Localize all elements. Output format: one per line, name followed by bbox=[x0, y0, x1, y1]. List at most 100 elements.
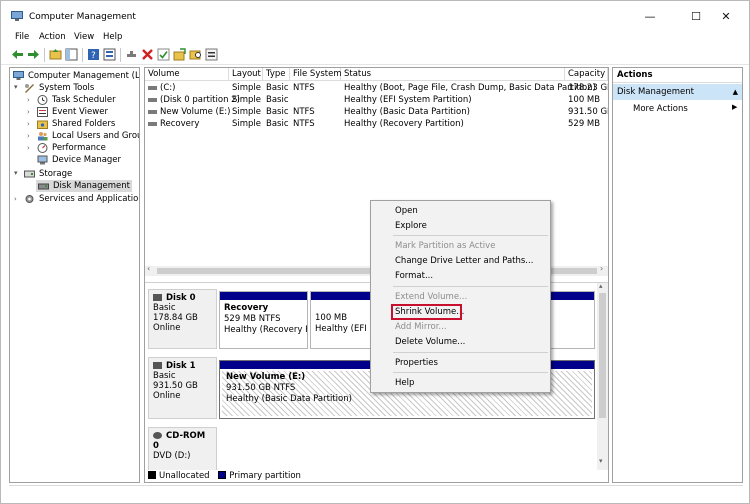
tree-item-device-manager[interactable]: Device Manager bbox=[37, 154, 121, 166]
column-layout[interactable]: Layout bbox=[229, 68, 263, 81]
status-bar bbox=[9, 485, 743, 499]
menu-delete-volume[interactable]: Delete Volume... bbox=[395, 336, 465, 348]
table-row[interactable]: (Disk 0 partition 2) Simple Basic Health… bbox=[145, 94, 608, 106]
help-icon[interactable]: ? bbox=[87, 48, 100, 61]
tree-item-disk-management[interactable]: Disk Management bbox=[36, 180, 132, 192]
tree-item-services[interactable]: Services and Applications bbox=[24, 193, 139, 205]
computer-icon bbox=[13, 71, 24, 80]
clock-icon bbox=[37, 95, 48, 105]
table-row[interactable]: (C:) Simple Basic NTFS Healthy (Boot, Pa… bbox=[145, 82, 608, 94]
column-capacity[interactable]: Capacity bbox=[565, 68, 608, 81]
connect-icon[interactable] bbox=[125, 48, 138, 61]
efi-partition[interactable]: 100 MB Healthy (EFI Sy bbox=[310, 291, 374, 349]
actions-header: Actions bbox=[613, 68, 742, 83]
menu-format[interactable]: Format... bbox=[395, 270, 433, 282]
close-button[interactable]: ✕ bbox=[703, 1, 749, 31]
tree-item-local-users[interactable]: Local Users and Groups bbox=[37, 130, 139, 142]
expand-chevron-icon[interactable]: › bbox=[27, 108, 30, 116]
svg-text:?: ? bbox=[91, 51, 96, 61]
up-folder-icon[interactable] bbox=[49, 48, 62, 61]
more-actions-item[interactable]: More Actions bbox=[633, 103, 688, 115]
forward-icon[interactable] bbox=[27, 48, 40, 61]
services-icon bbox=[25, 195, 34, 203]
properties-icon[interactable] bbox=[103, 48, 116, 61]
primary-partition-bar bbox=[220, 292, 307, 300]
export-folder-icon[interactable] bbox=[173, 48, 186, 61]
checkmark-icon[interactable] bbox=[157, 48, 170, 61]
title-bar: Computer Management — ☐ ✕ bbox=[1, 1, 749, 31]
tree-label: Task Scheduler bbox=[52, 95, 116, 105]
column-status[interactable]: Status bbox=[341, 68, 565, 81]
window-title: Computer Management bbox=[29, 12, 136, 22]
delete-icon[interactable] bbox=[141, 48, 154, 61]
volume-icon bbox=[148, 121, 157, 126]
expand-chevron-icon[interactable]: › bbox=[27, 144, 30, 152]
menu-mark-active: Mark Partition as Active bbox=[395, 241, 496, 251]
vertical-scrollbar[interactable]: ▴ ▾ bbox=[597, 282, 608, 482]
menu-file[interactable]: File bbox=[15, 32, 29, 42]
tree-item-root[interactable]: Computer Management (Local bbox=[13, 70, 140, 82]
expand-chevron-icon[interactable]: › bbox=[27, 120, 30, 128]
actions-disk-management[interactable]: Disk Management ▲ bbox=[613, 84, 742, 100]
tree-label: System Tools bbox=[39, 83, 95, 93]
menu-open[interactable]: Open bbox=[395, 205, 418, 217]
column-file-system[interactable]: File System bbox=[290, 68, 342, 81]
collapse-chevron-icon[interactable]: ▾ bbox=[14, 169, 18, 177]
toolbar-separator bbox=[120, 48, 121, 62]
collapse-up-icon[interactable]: ▲ bbox=[733, 84, 738, 100]
menu-change-drive-letter[interactable]: Change Drive Letter and Paths... bbox=[395, 255, 533, 267]
table-row[interactable]: New Volume (E:) Simple Basic NTFS Health… bbox=[145, 106, 608, 118]
menu-help[interactable]: Help bbox=[103, 32, 122, 42]
console-tree: Computer Management (Local ▾ System Tool… bbox=[9, 67, 140, 483]
column-type[interactable]: Type bbox=[263, 68, 290, 81]
search-folder-icon[interactable] bbox=[189, 48, 202, 61]
expand-chevron-icon[interactable]: › bbox=[27, 132, 30, 140]
expand-chevron-icon[interactable]: › bbox=[27, 96, 30, 104]
scroll-down-icon[interactable]: ▾ bbox=[599, 457, 603, 465]
unallocated-swatch bbox=[148, 471, 156, 479]
shrink-highlight-box bbox=[391, 304, 462, 320]
toolbar-separator bbox=[44, 48, 45, 62]
tools-icon bbox=[25, 84, 34, 93]
scroll-up-icon[interactable]: ▴ bbox=[599, 282, 603, 290]
tree-item-performance[interactable]: Performance bbox=[37, 142, 106, 154]
tree-label: Device Manager bbox=[52, 155, 122, 165]
back-icon[interactable] bbox=[11, 48, 24, 61]
menu-view[interactable]: View bbox=[74, 32, 94, 42]
computer-management-window: Computer Management — ☐ ✕ File Action Vi… bbox=[0, 0, 750, 504]
volume-icon bbox=[148, 85, 157, 90]
show-hide-tree-icon[interactable] bbox=[65, 48, 78, 61]
minimize-button[interactable]: — bbox=[627, 1, 673, 31]
menu-add-mirror: Add Mirror... bbox=[395, 322, 447, 332]
collapse-chevron-icon[interactable]: ▾ bbox=[14, 83, 18, 91]
tree-label: Event Viewer bbox=[52, 107, 108, 117]
tree-item-task-scheduler[interactable]: Task Scheduler bbox=[37, 94, 116, 106]
tree-item-event-viewer[interactable]: Event Viewer bbox=[37, 106, 108, 118]
primary-partition-bar bbox=[311, 292, 373, 300]
menu-separator bbox=[393, 286, 548, 287]
table-row[interactable]: Recovery Simple Basic NTFS Healthy (Reco… bbox=[145, 118, 608, 130]
menu-action[interactable]: Action bbox=[39, 32, 66, 42]
scroll-right-icon[interactable]: › bbox=[600, 264, 603, 273]
menu-properties[interactable]: Properties bbox=[395, 357, 438, 369]
tree-label: Disk Management bbox=[53, 181, 130, 191]
scroll-thumb[interactable] bbox=[599, 293, 606, 418]
cdrom-media-area bbox=[219, 427, 595, 471]
tree-item-storage[interactable]: Storage bbox=[24, 168, 72, 180]
menu-separator bbox=[393, 372, 548, 373]
cdrom-icon bbox=[153, 432, 162, 439]
tree-item-shared-folders[interactable]: Shared Folders bbox=[37, 118, 115, 130]
expand-chevron-icon[interactable]: › bbox=[14, 195, 17, 203]
tree-item-system-tools[interactable]: System Tools bbox=[24, 82, 94, 94]
column-volume[interactable]: Volume bbox=[145, 68, 229, 81]
recovery-partition[interactable]: Recovery 529 MB NTFS Healthy (Recovery P… bbox=[219, 291, 308, 349]
scroll-left-icon[interactable]: ‹ bbox=[147, 264, 150, 273]
event-log-icon bbox=[37, 107, 48, 117]
menu-explore[interactable]: Explore bbox=[395, 220, 427, 232]
menu-help[interactable]: Help bbox=[395, 377, 414, 389]
more-icon[interactable] bbox=[205, 48, 218, 61]
tree-label: Computer Management (Local bbox=[28, 71, 140, 81]
disk-1-label[interactable]: Disk 1 Basic 931.50 GB Online bbox=[148, 357, 217, 419]
disk-0-label[interactable]: Disk 0 Basic 178.84 GB Online bbox=[148, 289, 217, 349]
device-manager-icon bbox=[37, 155, 48, 165]
